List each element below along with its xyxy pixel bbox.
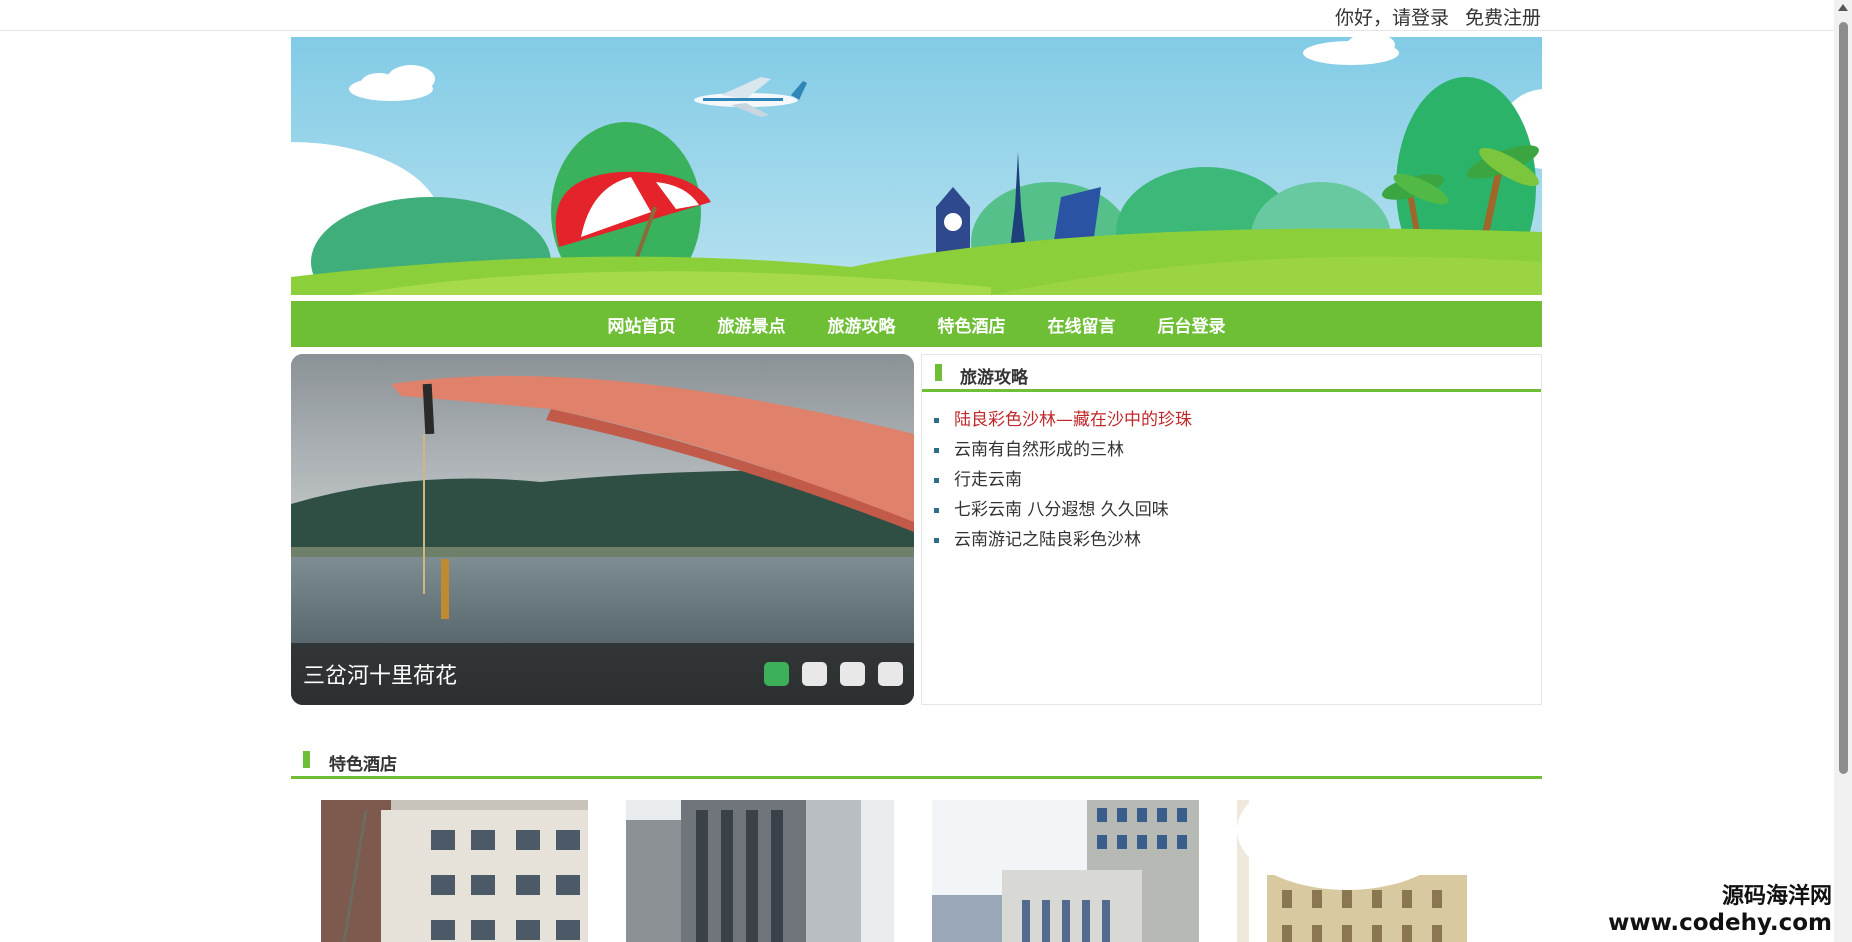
section-header: 特色酒店 xyxy=(291,741,1542,779)
section-title: 特色酒店 xyxy=(329,755,397,775)
section-marker-icon xyxy=(303,751,310,768)
hotel-card[interactable] xyxy=(1236,800,1504,942)
hotel-gallery xyxy=(291,800,1542,942)
site-watermark: 源码海洋网 www.codehy.com xyxy=(1608,884,1832,936)
guide-list-item[interactable]: 陆良彩色沙林—藏在沙中的珍珠 xyxy=(934,405,1541,435)
slider-dots xyxy=(751,662,903,686)
page-container: 网站首页 旅游景点 旅游攻略 特色酒店 在线留言 后台登录 三岔河十里荷花 旅游… xyxy=(291,37,1542,942)
greeting-text: 你好， xyxy=(1334,7,1392,29)
login-link[interactable]: 请登录 xyxy=(1392,7,1449,29)
travel-guide-panel: 旅游攻略 陆良彩色沙林—藏在沙中的珍珠 云南有自然形成的三林 行走云南 七彩云南… xyxy=(921,354,1542,705)
page-scrollbar[interactable] xyxy=(1834,0,1852,942)
banner-illustration xyxy=(291,37,1542,295)
hotel-card[interactable] xyxy=(321,800,589,942)
guide-list-item[interactable]: 七彩云南 八分遐想 久久回味 xyxy=(934,495,1541,525)
hotel-card[interactable] xyxy=(626,800,894,942)
hotel-image xyxy=(931,800,1199,942)
panel-header: 旅游攻略 xyxy=(922,355,1541,392)
scrollbar-thumb[interactable] xyxy=(1839,22,1848,774)
slider-dot[interactable] xyxy=(802,662,827,686)
slider-dot[interactable] xyxy=(764,662,789,686)
hotel-image xyxy=(321,800,589,942)
section-marker-icon xyxy=(935,364,942,381)
content-row: 三岔河十里荷花 旅游攻略 陆良彩色沙林—藏在沙中的珍珠 云南有自然形成的三林 行… xyxy=(291,354,1542,705)
hotel-image xyxy=(626,800,894,942)
image-slider[interactable]: 三岔河十里荷花 xyxy=(291,354,914,705)
slide-caption: 三岔河十里荷花 xyxy=(303,664,458,689)
slider-dot[interactable] xyxy=(878,662,903,686)
featured-hotels-section: 特色酒店 xyxy=(291,741,1542,942)
watermark-line2: www.codehy.com xyxy=(1608,910,1832,936)
guide-list: 陆良彩色沙林—藏在沙中的珍珠 云南有自然形成的三林 行走云南 七彩云南 八分遐想… xyxy=(922,392,1541,555)
nav-item-home[interactable]: 网站首页 xyxy=(608,312,676,337)
hotel-card[interactable] xyxy=(931,800,1199,942)
guide-list-item[interactable]: 行走云南 xyxy=(934,465,1541,495)
watermark-line1: 源码海洋网 xyxy=(1721,884,1832,909)
guide-list-item[interactable]: 云南游记之陆良彩色沙林 xyxy=(934,525,1541,555)
panel-title: 旅游攻略 xyxy=(960,368,1028,388)
slide-caption-bar: 三岔河十里荷花 xyxy=(291,643,914,705)
guide-list-item[interactable]: 云南有自然形成的三林 xyxy=(934,435,1541,465)
register-link[interactable]: 免费注册 xyxy=(1465,7,1541,29)
nav-item-hotels[interactable]: 特色酒店 xyxy=(938,312,1006,337)
account-links: 你好，请登录 免费注册 xyxy=(1319,3,1541,30)
header-banner xyxy=(291,37,1542,295)
nav-item-messages[interactable]: 在线留言 xyxy=(1048,312,1116,337)
slider-dot[interactable] xyxy=(840,662,865,686)
hotel-image xyxy=(1236,800,1504,942)
airplane-icon xyxy=(694,77,807,117)
top-bar: 你好，请登录 免费注册 xyxy=(0,0,1852,31)
nav-item-attractions[interactable]: 旅游景点 xyxy=(718,312,786,337)
nav-item-admin-login[interactable]: 后台登录 xyxy=(1158,312,1226,337)
main-nav: 网站首页 旅游景点 旅游攻略 特色酒店 在线留言 后台登录 xyxy=(291,301,1542,347)
scroll-up-arrow-icon[interactable] xyxy=(1838,4,1848,11)
nav-item-guides[interactable]: 旅游攻略 xyxy=(828,312,896,337)
